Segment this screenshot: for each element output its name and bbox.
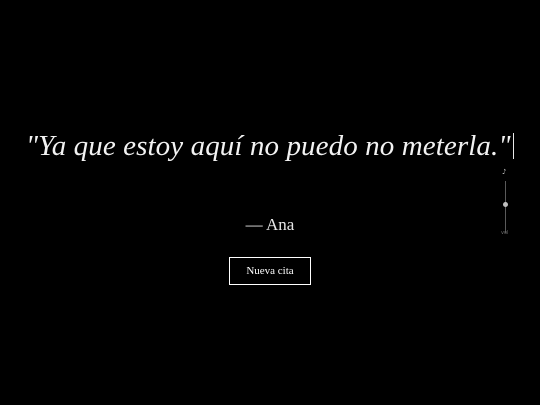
music-note-icon[interactable]: ♪ bbox=[502, 168, 506, 176]
quote-display: "Ya que estoy aquí no puedo no meterla." bbox=[0, 128, 540, 164]
volume-slider-track[interactable] bbox=[505, 181, 506, 233]
quote-page: "Ya que estoy aquí no puedo no meterla."… bbox=[0, 0, 540, 405]
volume-slider-handle[interactable] bbox=[503, 202, 508, 207]
new-quote-button[interactable]: Nueva cita bbox=[229, 257, 311, 285]
typing-cursor bbox=[512, 133, 515, 159]
volume-label: vol bbox=[501, 230, 509, 236]
quote-text: "Ya que estoy aquí no puedo no meterla." bbox=[25, 130, 511, 162]
quote-author: — Ana bbox=[245, 215, 295, 234]
audio-volume-control[interactable]: ♪ vol bbox=[498, 166, 514, 238]
